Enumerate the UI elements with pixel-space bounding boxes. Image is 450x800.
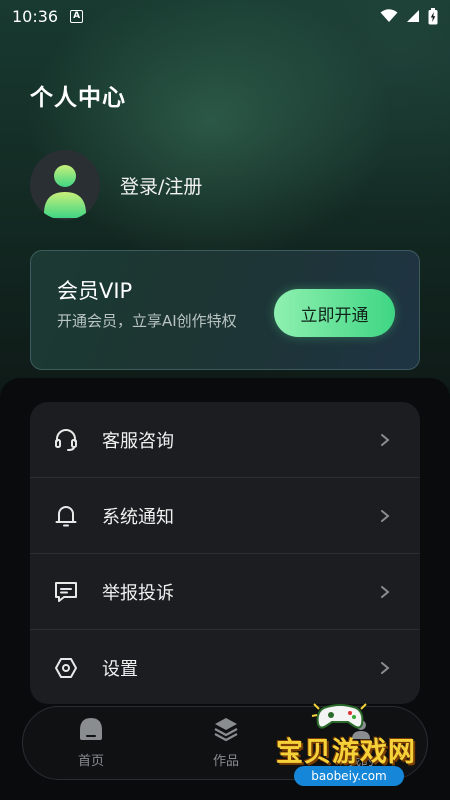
watermark: 宝贝游戏网 baobeiy.com bbox=[270, 700, 420, 792]
wifi-icon bbox=[380, 9, 398, 22]
chevron-right-icon bbox=[381, 661, 390, 674]
status-icons bbox=[380, 7, 438, 25]
menu-item-report-complaint[interactable]: 举报投诉 bbox=[30, 554, 420, 629]
headset-icon bbox=[52, 426, 80, 454]
activate-vip-button[interactable]: 立即开通 bbox=[274, 289, 395, 337]
watermark-url: baobeiy.com bbox=[294, 766, 404, 786]
menu-item-settings[interactable]: 设置 bbox=[30, 630, 420, 704]
bell-icon bbox=[52, 502, 80, 530]
vip-title: 会员VIP bbox=[57, 279, 133, 303]
status-time: 10:36 bbox=[12, 6, 59, 26]
tab-label: 作品 bbox=[212, 754, 239, 769]
vip-subtitle: 开通会员，立享AI创作特权 bbox=[57, 312, 237, 330]
vip-card: 会员VIP 开通会员，立享AI创作特权 立即开通 bbox=[30, 250, 420, 370]
status-bar: 10:36 A bbox=[0, 0, 450, 32]
chevron-right-icon bbox=[381, 585, 390, 598]
menu-card: 客服咨询 系统通知 举报投诉 设置 bbox=[30, 402, 420, 704]
page-title: 个人中心 bbox=[30, 85, 126, 111]
message-icon bbox=[52, 578, 80, 606]
avatar[interactable] bbox=[30, 150, 100, 220]
chevron-right-icon bbox=[381, 433, 390, 446]
default-avatar-icon bbox=[44, 165, 86, 218]
signal-icon bbox=[407, 10, 419, 22]
chevron-right-icon bbox=[381, 509, 390, 522]
login-register-link[interactable]: 登录/注册 bbox=[120, 172, 202, 199]
menu-item-label: 设置 bbox=[102, 658, 138, 680]
menu-item-label: 系统通知 bbox=[102, 506, 174, 528]
watermark-text: 宝贝游戏网 bbox=[276, 737, 416, 768]
notification-icon: A bbox=[70, 9, 84, 23]
game-controller-icon bbox=[311, 703, 367, 729]
menu-item-label: 客服咨询 bbox=[102, 430, 174, 452]
battery-icon bbox=[428, 7, 438, 24]
home-icon bbox=[77, 715, 105, 743]
menu-item-label: 举报投诉 bbox=[102, 582, 174, 604]
menu-item-system-notification[interactable]: 系统通知 bbox=[30, 478, 420, 553]
menu-item-customer-service[interactable]: 客服咨询 bbox=[30, 402, 420, 477]
hexagon-settings-icon bbox=[52, 654, 80, 682]
tab-home[interactable]: 首页 bbox=[56, 715, 126, 775]
tab-works[interactable]: 作品 bbox=[191, 715, 261, 775]
tab-label: 首页 bbox=[77, 754, 104, 769]
layers-icon bbox=[212, 715, 240, 743]
